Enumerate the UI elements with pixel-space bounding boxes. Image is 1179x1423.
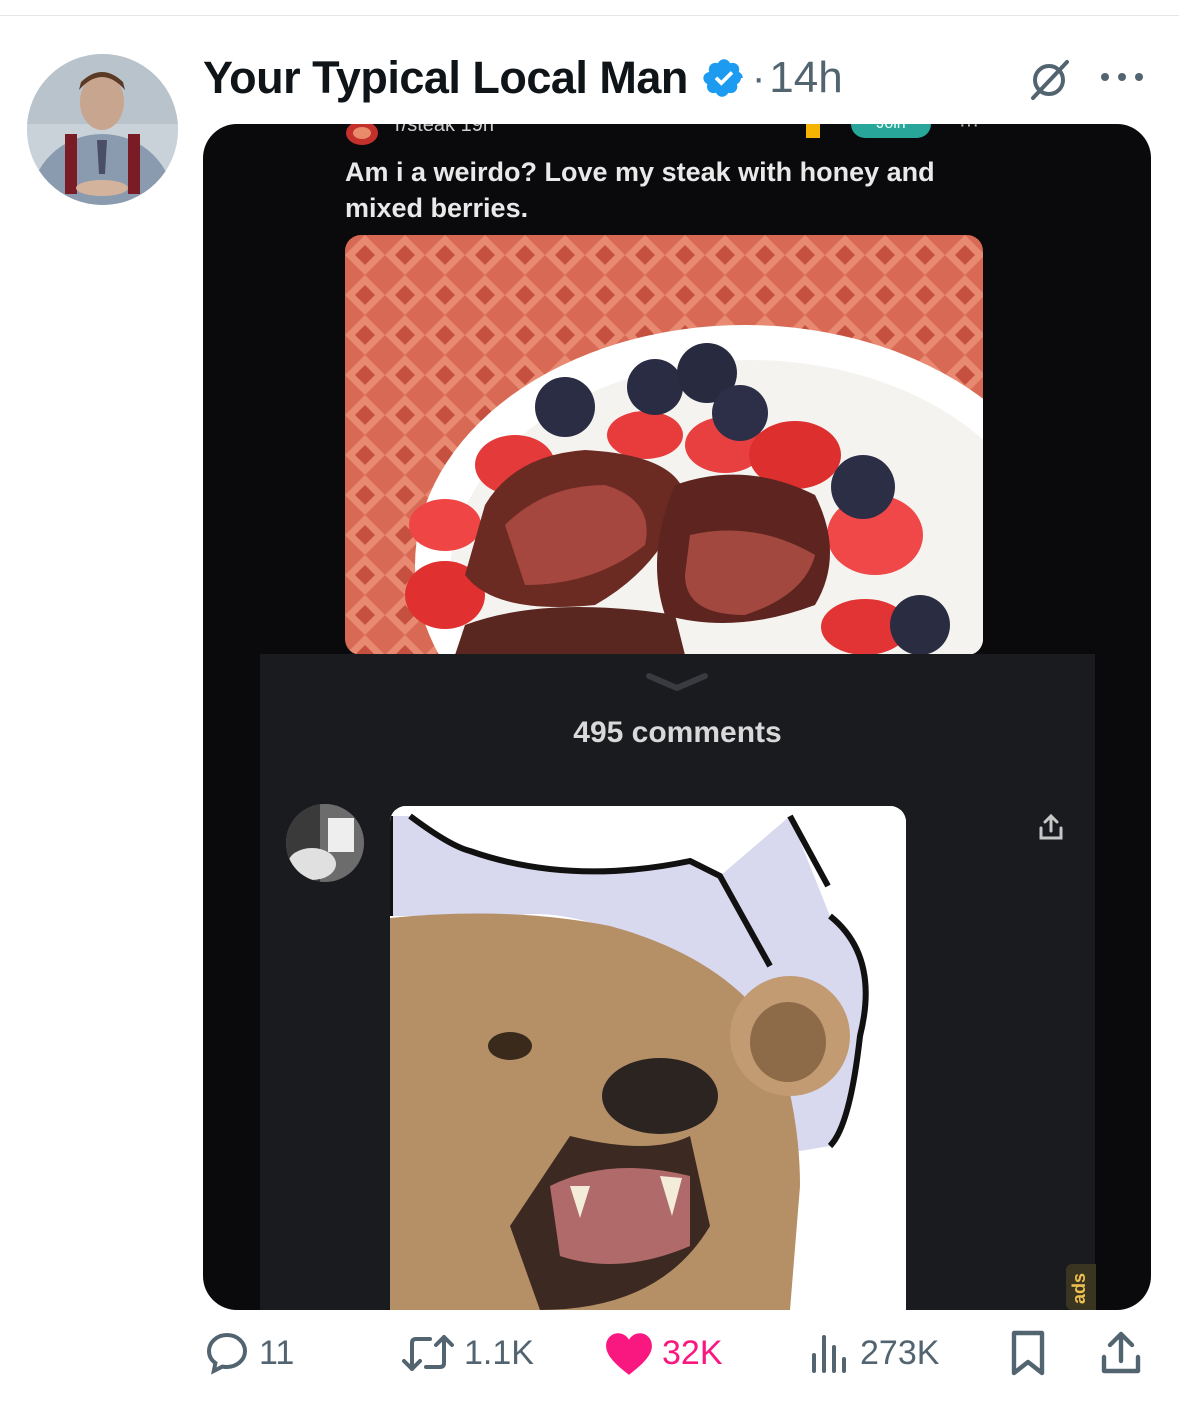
heart-icon xyxy=(606,1333,652,1375)
join-button[interactable]: Join xyxy=(851,124,931,138)
author-name[interactable]: Your Typical Local Man xyxy=(203,52,688,104)
repost-button[interactable]: 1.1K xyxy=(400,1318,534,1388)
bear-meme-image xyxy=(390,806,906,1310)
repost-icon xyxy=(402,1335,454,1371)
flair-badge xyxy=(806,124,820,138)
bookmark-icon xyxy=(1011,1330,1045,1376)
share-button[interactable] xyxy=(1098,1318,1144,1388)
author-avatar[interactable] xyxy=(27,54,178,205)
reply-icon xyxy=(206,1332,248,1375)
subreddit-name[interactable]: r/steak xyxy=(395,124,455,136)
commenter-avatar[interactable] xyxy=(286,804,364,882)
subreddit-meta: r/steak 19h xyxy=(395,124,494,137)
tweet-media[interactable]: r/steak 19h Join ··· Am i a weirdo? Love… xyxy=(203,124,1151,1310)
ads-label: ads xyxy=(1069,1272,1089,1304)
grok-icon[interactable] xyxy=(1025,56,1073,104)
chevron-down-icon[interactable] xyxy=(645,672,709,694)
post-menu-icon[interactable]: ··· xyxy=(959,124,979,137)
views-count: 273K xyxy=(860,1333,940,1372)
steak-photo xyxy=(345,235,983,655)
verified-badge-icon[interactable] xyxy=(702,56,746,100)
views-icon xyxy=(812,1335,846,1373)
comments-count[interactable]: 495 comments xyxy=(260,716,1095,750)
top-divider xyxy=(0,15,1179,16)
reply-button[interactable]: 11 xyxy=(203,1318,294,1388)
header-separator: · xyxy=(751,55,766,100)
tweet-header: Your Typical Local Man · 14h xyxy=(203,48,843,108)
more-icon[interactable] xyxy=(1097,62,1147,92)
comments-panel: 495 comments ads xyxy=(260,654,1096,1310)
post-title: Am i a weirdo? Love my steak with honey … xyxy=(345,157,935,223)
like-count: 32K xyxy=(662,1333,723,1372)
action-bar: 11 1.1K 32K 273K xyxy=(0,1318,1179,1388)
share-icon-small[interactable] xyxy=(1037,812,1065,842)
post-age: 19h xyxy=(460,124,494,136)
share-icon xyxy=(1101,1331,1141,1374)
reply-count: 11 xyxy=(259,1333,295,1372)
repost-count: 1.1K xyxy=(464,1333,534,1372)
views-button[interactable]: 273K xyxy=(808,1318,939,1388)
timestamp[interactable]: 14h xyxy=(769,53,842,103)
bookmark-button[interactable] xyxy=(1008,1318,1048,1388)
like-button[interactable]: 32K xyxy=(604,1318,723,1388)
ads-tag[interactable]: ads xyxy=(1066,1264,1096,1310)
subreddit-icon xyxy=(346,124,378,145)
